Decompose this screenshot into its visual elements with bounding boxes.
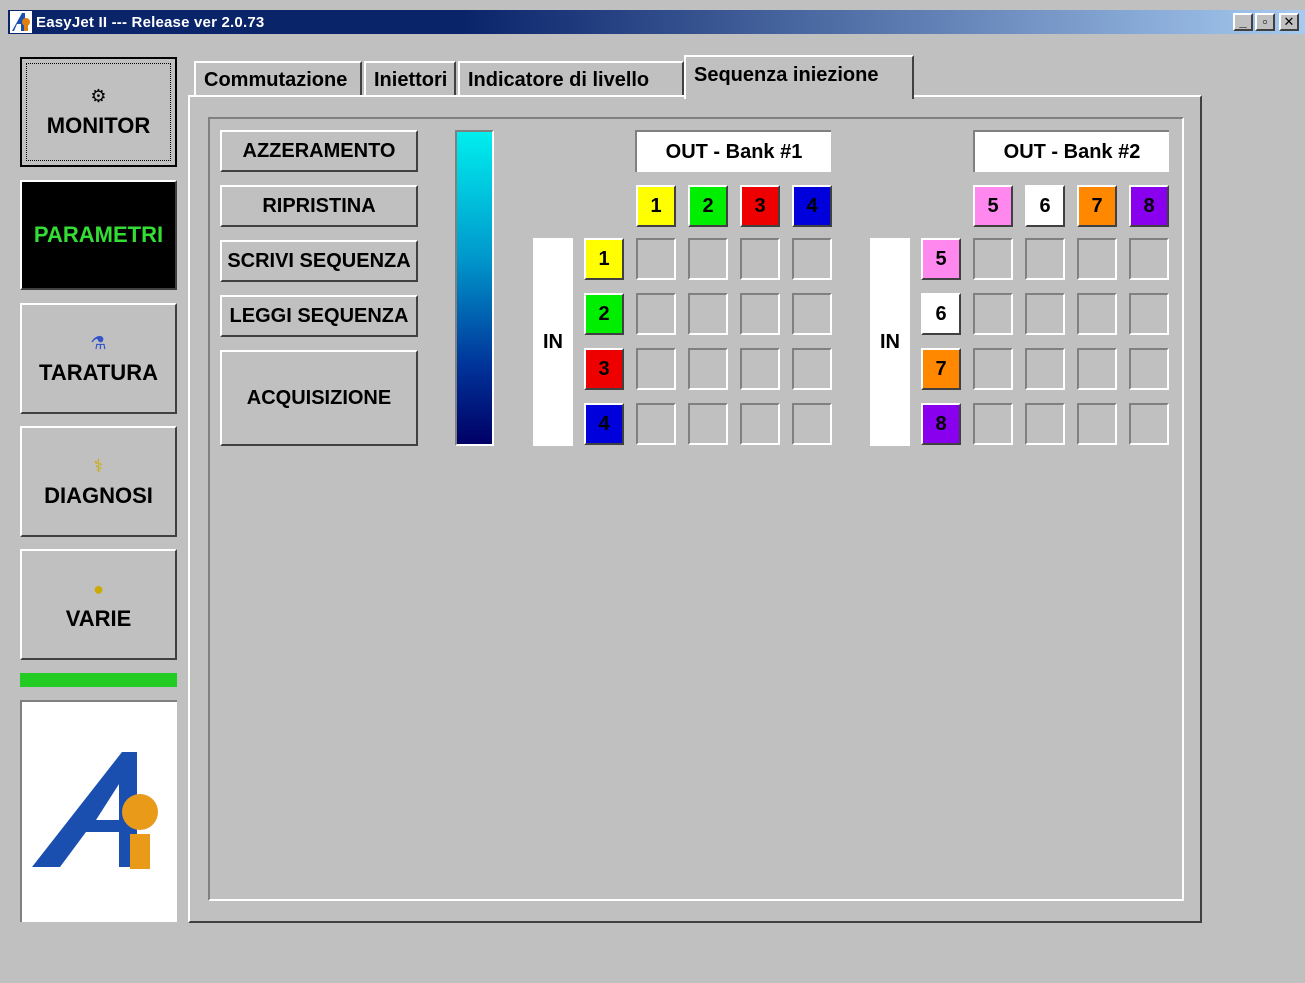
close-button[interactable]: ✕ <box>1279 13 1299 31</box>
sequence-cell[interactable] <box>1025 238 1065 280</box>
ripristina-button[interactable]: RIPRISTINA <box>220 185 418 227</box>
out-bank-1-label: OUT - Bank #1 <box>635 130 831 172</box>
window-title: EasyJet II --- Release ver 2.0.73 <box>36 13 265 31</box>
sequence-cell[interactable] <box>740 238 780 280</box>
in-channel-4: 4 <box>584 403 624 445</box>
in-channel-7: 7 <box>921 348 961 390</box>
sequence-cell[interactable] <box>1129 293 1169 335</box>
sequence-cell[interactable] <box>688 238 728 280</box>
stethoscope-icon: ⚕ <box>93 455 104 476</box>
in-channel-3: 3 <box>584 348 624 390</box>
flask-icon: ⚗ <box>90 332 107 353</box>
acquisizione-button[interactable]: ACQUISIZIONE <box>220 350 418 446</box>
sequence-cell[interactable] <box>688 293 728 335</box>
sequence-cell[interactable] <box>740 403 780 445</box>
out-channel-6: 6 <box>1025 185 1065 227</box>
in-bank-1-label: IN <box>533 238 573 446</box>
sequence-cell[interactable] <box>792 348 832 390</box>
sequence-cell[interactable] <box>636 293 676 335</box>
app-logo-icon <box>10 11 32 33</box>
sequence-cell[interactable] <box>973 403 1013 445</box>
sequence-cell[interactable] <box>688 403 728 445</box>
sequence-cell[interactable] <box>636 348 676 390</box>
sequence-cell[interactable] <box>1077 238 1117 280</box>
sidebar-item-label: DIAGNOSI <box>44 482 153 508</box>
out-channel-5: 5 <box>973 185 1013 227</box>
sequence-cell[interactable] <box>1077 348 1117 390</box>
sequence-cell[interactable] <box>636 403 676 445</box>
sidebar-item-monitor[interactable]: ⚙ MONITOR <box>20 57 177 167</box>
leggi-sequenza-button[interactable]: LEGGI SEQUENZA <box>220 295 418 337</box>
sequence-cell[interactable] <box>688 348 728 390</box>
sequence-cell[interactable] <box>1025 348 1065 390</box>
tab-iniettori[interactable]: Iniettori <box>364 61 456 97</box>
scrivi-sequenza-button[interactable]: SCRIVI SEQUENZA <box>220 240 418 282</box>
out-channel-7: 7 <box>1077 185 1117 227</box>
sidebar-item-label: TARATURA <box>39 359 158 385</box>
title-bar: EasyJet II --- Release ver 2.0.73 _ ▫ ✕ <box>8 10 1305 34</box>
in-channel-2: 2 <box>584 293 624 335</box>
sequence-cell[interactable] <box>973 293 1013 335</box>
sequence-cell[interactable] <box>1129 348 1169 390</box>
sidebar-item-diagnosi[interactable]: ⚕ DIAGNOSI <box>20 426 177 537</box>
sequence-cell[interactable] <box>1025 293 1065 335</box>
tab-commutazione[interactable]: Commutazione <box>194 61 362 97</box>
sequence-cell[interactable] <box>1025 403 1065 445</box>
sequence-cell[interactable] <box>792 403 832 445</box>
sidebar-item-taratura[interactable]: ⚗ TARATURA <box>20 303 177 414</box>
coin-icon: ● <box>93 578 104 599</box>
sequence-cell[interactable] <box>973 238 1013 280</box>
minimize-button[interactable]: _ <box>1233 13 1253 31</box>
in-bank-2-label: IN <box>870 238 910 446</box>
sequence-cell[interactable] <box>792 238 832 280</box>
company-logo <box>20 700 177 922</box>
sequence-cell[interactable] <box>973 348 1013 390</box>
sidebar-item-parametri[interactable]: PARAMETRI <box>20 180 177 290</box>
status-bar <box>20 673 177 687</box>
sequence-cell[interactable] <box>636 238 676 280</box>
out-channel-3: 3 <box>740 185 780 227</box>
maximize-button[interactable]: ▫ <box>1255 13 1275 31</box>
tab-sequenza-iniezione[interactable]: Sequenza iniezione <box>684 55 914 99</box>
out-channel-4: 4 <box>792 185 832 227</box>
in-channel-8: 8 <box>921 403 961 445</box>
sequence-cell[interactable] <box>1129 238 1169 280</box>
in-channel-1: 1 <box>584 238 624 280</box>
sidebar-item-label: PARAMETRI <box>33 222 164 247</box>
tab-indicatore-di-livello[interactable]: Indicatore di livello <box>458 61 684 97</box>
out-channel-1: 1 <box>636 185 676 227</box>
sidebar-item-label: VARIE <box>65 605 132 631</box>
sequence-cell[interactable] <box>1129 403 1169 445</box>
sidebar-item-varie[interactable]: ● VARIE <box>20 549 177 660</box>
sequence-cell[interactable] <box>740 293 780 335</box>
level-gradient-bar <box>455 130 494 446</box>
sequence-cell[interactable] <box>740 348 780 390</box>
sequence-cell[interactable] <box>1077 403 1117 445</box>
in-channel-5: 5 <box>921 238 961 280</box>
sequence-cell[interactable] <box>1077 293 1117 335</box>
out-channel-2: 2 <box>688 185 728 227</box>
in-channel-6: 6 <box>921 293 961 335</box>
out-channel-8: 8 <box>1129 185 1169 227</box>
azzeramento-button[interactable]: AZZERAMENTO <box>220 130 418 172</box>
sequence-group <box>208 117 1184 901</box>
sequence-cell[interactable] <box>792 293 832 335</box>
out-bank-2-label: OUT - Bank #2 <box>973 130 1169 172</box>
